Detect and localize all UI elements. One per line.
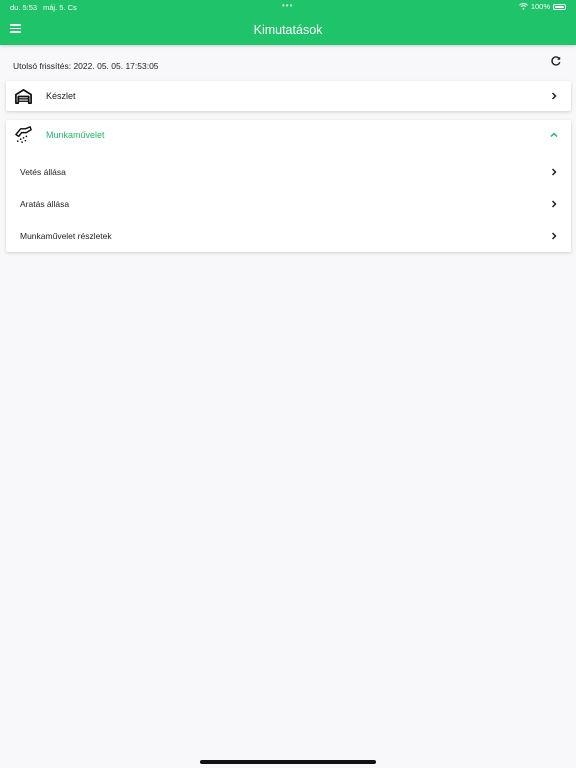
chevron-right-icon xyxy=(551,232,557,240)
status-time: du. 5:53 xyxy=(10,3,38,12)
warehouse-icon xyxy=(15,88,32,105)
seeding-icon xyxy=(15,126,32,143)
multitask-dots: ••• xyxy=(282,1,294,10)
refresh-icon[interactable] xyxy=(550,55,562,67)
chevron-right-icon xyxy=(551,200,557,208)
status-date: máj. 5. Cs xyxy=(43,3,77,12)
last-refresh-label: Utolsó frissítés: 2022. 05. 05. 17:53:05 xyxy=(13,61,159,71)
wifi-icon xyxy=(518,3,528,10)
operations-card: Munkaművelet Vetés állása Aratás állása … xyxy=(6,120,571,252)
list-item-sowing[interactable]: Vetés állása xyxy=(6,156,571,188)
page-title: Kimutatások xyxy=(253,23,323,37)
home-indicator[interactable] xyxy=(200,760,376,764)
stock-card[interactable]: Készlet xyxy=(6,81,571,111)
chevron-right-icon xyxy=(551,168,557,176)
list-item-harvest[interactable]: Aratás állása xyxy=(6,188,571,220)
status-bar: du. 5:53 máj. 5. Cs ••• 100% xyxy=(0,0,576,14)
app-header: du. 5:53 máj. 5. Cs ••• 100% Kimutatások xyxy=(0,0,576,45)
operations-label: Munkaművelet xyxy=(46,130,105,140)
stock-header[interactable]: Készlet xyxy=(6,81,571,111)
refresh-row: Utolsó frissítés: 2022. 05. 05. 17:53:05 xyxy=(13,55,562,71)
battery-percent: 100% xyxy=(530,2,550,11)
stock-label: Készlet xyxy=(46,91,76,101)
list-item-label: Vetés állása xyxy=(20,167,66,177)
battery-icon xyxy=(553,3,566,10)
status-right: 100% xyxy=(518,2,566,11)
chevron-up-icon[interactable] xyxy=(550,131,558,139)
operations-header[interactable]: Munkaművelet xyxy=(6,120,571,150)
list-item-operation-details[interactable]: Munkaművelet részletek xyxy=(6,220,571,252)
list-item-label: Aratás állása xyxy=(20,199,70,209)
list-item-label: Munkaművelet részletek xyxy=(20,231,112,241)
chevron-right-icon xyxy=(551,92,557,100)
